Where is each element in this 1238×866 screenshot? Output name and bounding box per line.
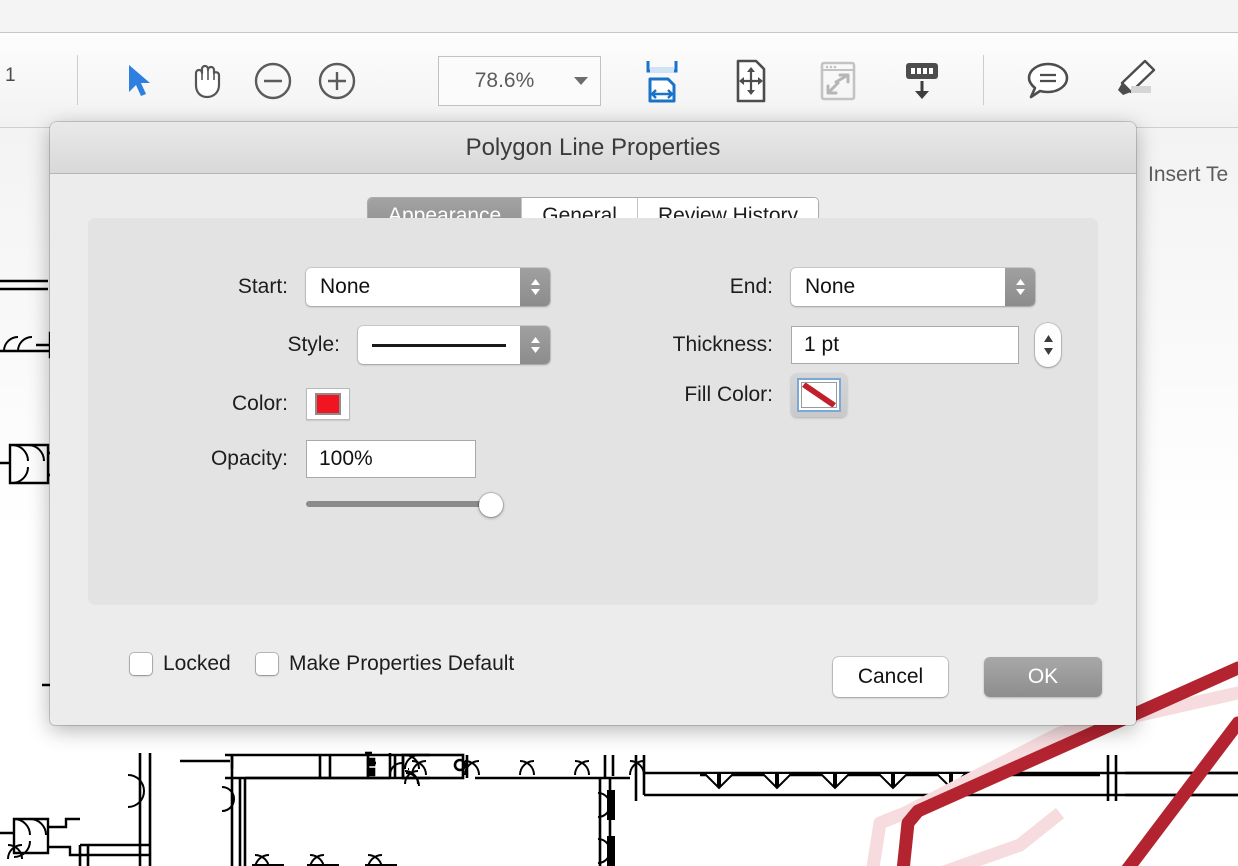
marker-pen-icon <box>1118 59 1156 95</box>
appearance-panel: Start: None Style: Color: Opacity: 100% … <box>88 218 1098 605</box>
fit-width-icon <box>646 61 678 103</box>
select-arrow-tool[interactable] <box>114 55 166 107</box>
zoom-in-button[interactable] <box>311 55 363 107</box>
thickness-field-row: Thickness: 1 pt <box>603 323 1123 367</box>
stepper-arrows-icon <box>1043 335 1053 355</box>
app-window: 1 78.6% Insert Te Polygon Line Propertie… <box>0 0 1238 866</box>
end-style-value: None <box>805 275 856 298</box>
snapshot-button[interactable] <box>896 55 948 107</box>
toolbar-separator-2 <box>983 55 984 105</box>
locked-checkbox-row[interactable]: Locked <box>130 652 231 676</box>
plus-circle-icon <box>318 62 356 100</box>
opacity-field-row: Opacity: 100% <box>88 440 550 478</box>
arrow-cursor-icon <box>129 65 150 96</box>
zoom-level-value: 78.6% <box>474 69 535 92</box>
highlight-tool[interactable] <box>1108 55 1160 107</box>
fit-page-button[interactable] <box>725 55 777 107</box>
line-style-select[interactable] <box>358 326 550 364</box>
thickness-input[interactable]: 1 pt <box>791 326 1019 364</box>
download-tray-icon <box>906 63 938 99</box>
slider-track <box>306 501 484 507</box>
thickness-label: Thickness: <box>672 333 773 356</box>
fill-color-swatch[interactable] <box>791 373 847 417</box>
line-color-swatch[interactable] <box>306 388 350 420</box>
zoom-level-dropdown[interactable]: 78.6% <box>438 56 601 106</box>
style-label: Style: <box>287 333 340 356</box>
minus-circle-icon <box>254 62 292 100</box>
fill-color-field-row: Fill Color: <box>603 373 1083 417</box>
opacity-label: Opacity: <box>210 447 288 470</box>
color-chip <box>315 393 341 415</box>
chevron-updown-icon <box>1005 268 1035 306</box>
end-style-select[interactable]: None <box>791 268 1035 306</box>
fill-color-label: Fill Color: <box>684 383 773 406</box>
chevron-down-icon <box>562 76 600 86</box>
dialog-title-bar[interactable]: Polygon Line Properties <box>50 122 1136 174</box>
ok-button[interactable]: OK <box>984 657 1102 697</box>
focus-ring <box>797 378 841 412</box>
polygon-line-properties-dialog: Polygon Line Properties Appearance Gener… <box>50 122 1136 725</box>
style-field-row: Style: <box>88 326 550 364</box>
make-properties-default-checkbox[interactable] <box>256 653 278 675</box>
no-fill-icon <box>801 382 837 408</box>
start-field-row: Start: None <box>88 268 550 306</box>
comment-tool[interactable] <box>1022 55 1074 107</box>
solid-line-icon <box>358 343 520 347</box>
opacity-slider[interactable] <box>306 493 506 517</box>
insert-text-label: Insert Te <box>1148 163 1229 186</box>
locked-checkbox[interactable] <box>130 653 152 675</box>
speech-bubble-icon <box>1027 62 1069 99</box>
end-label: End: <box>729 275 773 298</box>
make-properties-default-label: Make Properties Default <box>289 652 515 675</box>
start-style-value: None <box>320 275 371 298</box>
make-default-checkbox-row[interactable]: Make Properties Default <box>256 652 514 676</box>
fit-page-icon <box>736 59 766 103</box>
color-field-row: Color: <box>88 388 550 420</box>
window-top-strip <box>0 0 1238 33</box>
color-label: Color: <box>231 392 288 415</box>
full-screen-button[interactable] <box>812 55 864 107</box>
chevron-updown-icon <box>520 326 550 364</box>
thickness-stepper[interactable] <box>1035 323 1061 367</box>
end-field-row: End: None <box>603 268 1083 306</box>
cancel-button[interactable]: Cancel <box>833 657 948 697</box>
page-indicator: 1 <box>5 65 17 86</box>
opacity-input[interactable]: 100% <box>306 440 476 478</box>
pan-hand-tool[interactable] <box>180 55 232 107</box>
opacity-slider-row <box>88 493 550 517</box>
dialog-title: Polygon Line Properties <box>465 133 721 161</box>
start-label: Start: <box>237 275 288 298</box>
fit-width-button[interactable] <box>636 55 688 107</box>
chevron-updown-icon <box>520 268 550 306</box>
expand-arrows-icon <box>820 61 856 101</box>
zoom-out-button[interactable] <box>247 55 299 107</box>
slider-knob[interactable] <box>479 493 503 517</box>
hand-icon <box>194 64 221 99</box>
toolbar-separator-1 <box>77 55 78 105</box>
locked-label: Locked <box>163 652 231 675</box>
start-style-select[interactable]: None <box>306 268 550 306</box>
